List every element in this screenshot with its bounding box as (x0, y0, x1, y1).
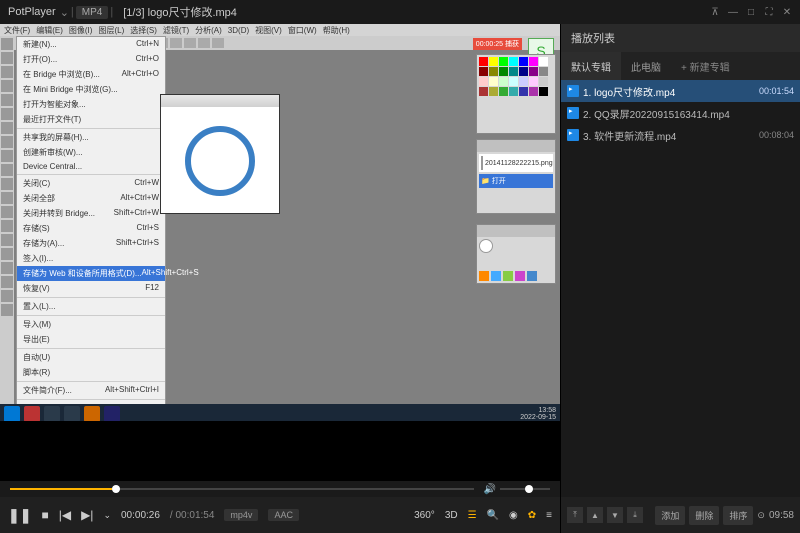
ps-menubar: 文件(F)编辑(E)图像(I)图层(L)选择(S)滤镜(T)分析(A)3D(D)… (0, 24, 560, 36)
clock-icon: ⊙ (757, 510, 765, 521)
move-up-button[interactable]: ▲ (587, 507, 603, 523)
capture-badge: 00:00:25 捕获 (473, 38, 522, 50)
playlist-panel: 播放列表 默认专辑 此电脑 + 新建专辑 1. logo尺寸修改.mp4 00:0… (560, 24, 800, 533)
playlist-footer: ⤒ ▲ ▼ ⤓ 添加 删除 排序 ⊙ 09:58 (561, 497, 800, 533)
item-name: 1. logo尺寸修改.mp4 (583, 84, 755, 99)
volume-icon[interactable]: 🔊 (484, 484, 496, 495)
audio-codec[interactable]: AAC (268, 509, 299, 521)
ps-file-menu: 新建(N)...Ctrl+N打开(O)...Ctrl+O在 Bridge 中浏览… (16, 36, 166, 450)
video-codec[interactable]: mp4v (224, 509, 258, 521)
chevron-down-icon[interactable]: ⌄ (103, 510, 111, 521)
file-icon (567, 85, 579, 97)
ps-bottom-panel (476, 224, 556, 284)
format-badge: MP4 (76, 6, 109, 19)
prev-button[interactable]: |◀ (59, 508, 71, 522)
window-title: [1/3] logo尺寸修改.mp4 (123, 4, 237, 20)
titlebar: PotPlayer ⌄ | MP4 | [1/3] logo尺寸修改.mp4 ⊼… (0, 0, 800, 24)
item-name: 3. 软件更新流程.mp4 (583, 128, 755, 143)
playlist-toggle[interactable]: ≡ (546, 510, 552, 521)
playlist-items: 1. logo尺寸修改.mp4 00:01:54 2. QQ录屏2022091516… (561, 80, 800, 497)
3d-button[interactable]: 3D (445, 510, 458, 521)
next-button[interactable]: ▶| (81, 508, 93, 522)
item-duration: 00:08:04 (759, 130, 794, 140)
progress-bar[interactable]: 🔊 (0, 481, 560, 497)
footer-time: 09:58 (769, 510, 794, 521)
playlist-item[interactable]: 3. 软件更新流程.mp4 00:08:04 (561, 124, 800, 146)
ps-layers: 20141128222215.png 📁打开 (476, 139, 556, 214)
minimize-button[interactable]: — (724, 7, 742, 18)
rec-button[interactable]: ◉ (509, 510, 518, 521)
add-button[interactable]: 添加 (655, 506, 685, 525)
playlist-item[interactable]: 2. QQ录屏20220915163414.mp4 (561, 102, 800, 124)
volume-slider[interactable] (500, 488, 550, 490)
stop-button[interactable]: ■ (41, 508, 48, 522)
file-icon (567, 129, 579, 141)
ps-toolbar (0, 36, 14, 416)
progress-thumb[interactable] (112, 485, 120, 493)
pin-button[interactable]: ⊼ (706, 7, 724, 18)
tab-this-pc[interactable]: 此电脑 (621, 52, 671, 80)
pause-button[interactable]: ❚❚ (8, 507, 31, 524)
move-top-button[interactable]: ⤒ (567, 507, 583, 523)
item-name: 2. QQ录屏20220915163414.mp4 (583, 106, 790, 121)
eq-button[interactable]: ☰ (468, 510, 477, 521)
app-dropdown-icon[interactable]: ⌄ (60, 6, 69, 19)
playback-controls: ❚❚ ■ |◀ ▶| ⌄ 00:00:26 / 00:01:54 mp4v AA… (0, 497, 560, 533)
fullscreen-button[interactable]: ⛶ (760, 7, 778, 18)
playlist-item[interactable]: 1. logo尺寸修改.mp4 00:01:54 (561, 80, 800, 102)
close-button[interactable]: ✕ (778, 7, 796, 18)
file-icon (567, 107, 579, 119)
delete-button[interactable]: 删除 (689, 506, 719, 525)
ps-document (160, 94, 280, 214)
video-frame[interactable]: 文件(F)编辑(E)图像(I)图层(L)选择(S)滤镜(T)分析(A)3D(D)… (0, 24, 560, 481)
duration: 00:01:54 (175, 510, 214, 521)
move-down-button[interactable]: ▼ (607, 507, 623, 523)
maximize-button[interactable]: □ (742, 7, 760, 18)
item-duration: 00:01:54 (759, 86, 794, 96)
settings-icon[interactable]: ✿ (528, 510, 536, 521)
360-button[interactable]: 360° (414, 510, 435, 521)
app-name[interactable]: PotPlayer (4, 6, 60, 18)
move-bottom-button[interactable]: ⤓ (627, 507, 643, 523)
sort-button[interactable]: 排序 (723, 506, 753, 525)
ps-swatches (476, 54, 556, 134)
video-area: 文件(F)编辑(E)图像(I)图层(L)选择(S)滤镜(T)分析(A)3D(D)… (0, 24, 560, 533)
search-icon[interactable]: 🔍 (487, 510, 499, 521)
tab-new-album[interactable]: + 新建专辑 (671, 52, 740, 80)
tab-default-album[interactable]: 默认专辑 (561, 52, 621, 80)
current-time: 00:00:26 (121, 510, 160, 521)
playlist-header: 播放列表 (561, 24, 800, 52)
